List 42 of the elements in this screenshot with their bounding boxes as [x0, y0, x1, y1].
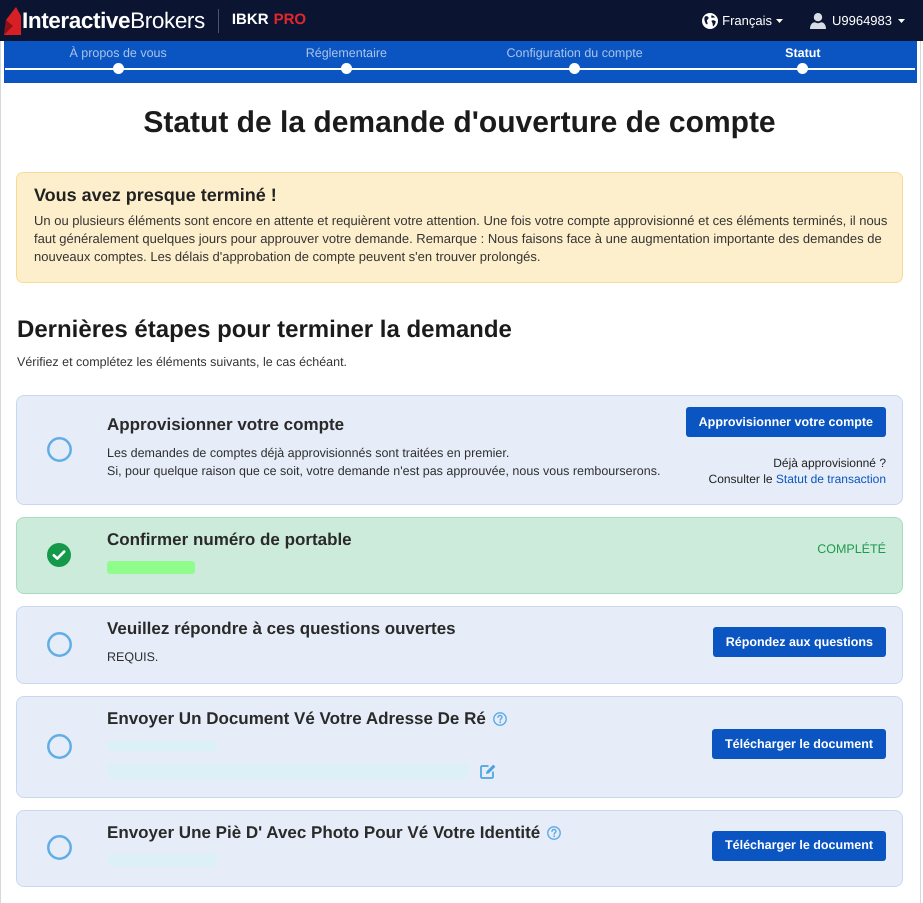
- task-title: Confirmer numéro de portable: [107, 529, 352, 551]
- task-action-button[interactable]: Approvisionner votre compte: [686, 407, 886, 437]
- note-text: Déjà approvisionné ?: [773, 455, 886, 471]
- task-description: REQUIS.: [107, 649, 160, 666]
- language-menu-button[interactable]: Français: [702, 8, 783, 32]
- section-subtitle: Vérifiez et complétez les éléments suivants, le cas échéant.: [17, 354, 348, 370]
- note-text: Consulter le Statut de transaction: [708, 471, 886, 487]
- empty-circle-icon[interactable]: [46, 835, 72, 860]
- section-title: Dernières étapes pour terminer la demande: [17, 315, 513, 345]
- product-name: IBKR: [232, 10, 269, 30]
- task-title: Envoyer Une Piè D' Avec Photo Pour Vé Votre Identité: [107, 822, 540, 844]
- task-action-button[interactable]: Télécharger le document: [712, 830, 886, 860]
- user-icon: [810, 12, 826, 28]
- task-title: Veuillez répondre à ces questions ouvertes: [107, 618, 456, 640]
- page-title: Statut de la demande d'ouverture de compte: [142, 105, 777, 141]
- task-title: Envoyer Un Document Vé Votre Adresse De Ré: [107, 708, 486, 730]
- task-title: Approvisionner votre compte: [107, 414, 344, 436]
- alert-message: Un ou plusieurs éléments sont encore en attente et requièrent votre attention. Une fois votre compte approvisionné et ces éléments terminés, il nous faut généralement quelques jours pour approuver votre demande. Remarque : Nous faisons face à une augmentation importante des demandes de nouveaux comptes. Les délais d'approbation de compte peuvent s'en trouver prolongés.: [34, 212, 888, 266]
- step-label[interactable]: Statut: [785, 45, 821, 61]
- empty-circle-icon[interactable]: [46, 632, 72, 656]
- globe-icon: [702, 12, 718, 28]
- product-tier-label: PRO: [274, 10, 306, 30]
- edit-icon[interactable]: [480, 764, 496, 778]
- account-menu-button[interactable]: U9964983: [810, 8, 905, 32]
- logo-icon: [4, 6, 21, 34]
- help-icon[interactable]: [547, 826, 562, 840]
- task-description: Si, pour quelque raison que ce soit, votre demande n'est pas approuvée, nous vous rembourserons.: [107, 463, 662, 480]
- help-icon[interactable]: [492, 712, 507, 726]
- brand-name: InteractiveBrokers: [22, 6, 205, 34]
- status-label: COMPLÉTÉ: [817, 540, 886, 556]
- step-label[interactable]: Réglementaire: [306, 45, 388, 61]
- empty-circle-icon[interactable]: [46, 734, 72, 758]
- transaction-status-link[interactable]: Statut de transaction: [776, 472, 886, 486]
- step-label[interactable]: À propos de vous: [69, 45, 167, 61]
- empty-circle-icon[interactable]: [46, 436, 72, 462]
- alert-title: Vous avez presque terminé !: [34, 184, 278, 207]
- step-label[interactable]: Configuration du compte: [506, 45, 643, 61]
- task-action-button[interactable]: Télécharger le document: [712, 729, 886, 759]
- task-description: Les demandes de comptes déjà approvisionnés sont traitées en premier.: [107, 445, 510, 462]
- caret-icon: [898, 18, 905, 22]
- task-action-button[interactable]: Répondez aux questions: [712, 627, 886, 657]
- caret-icon: [776, 18, 783, 22]
